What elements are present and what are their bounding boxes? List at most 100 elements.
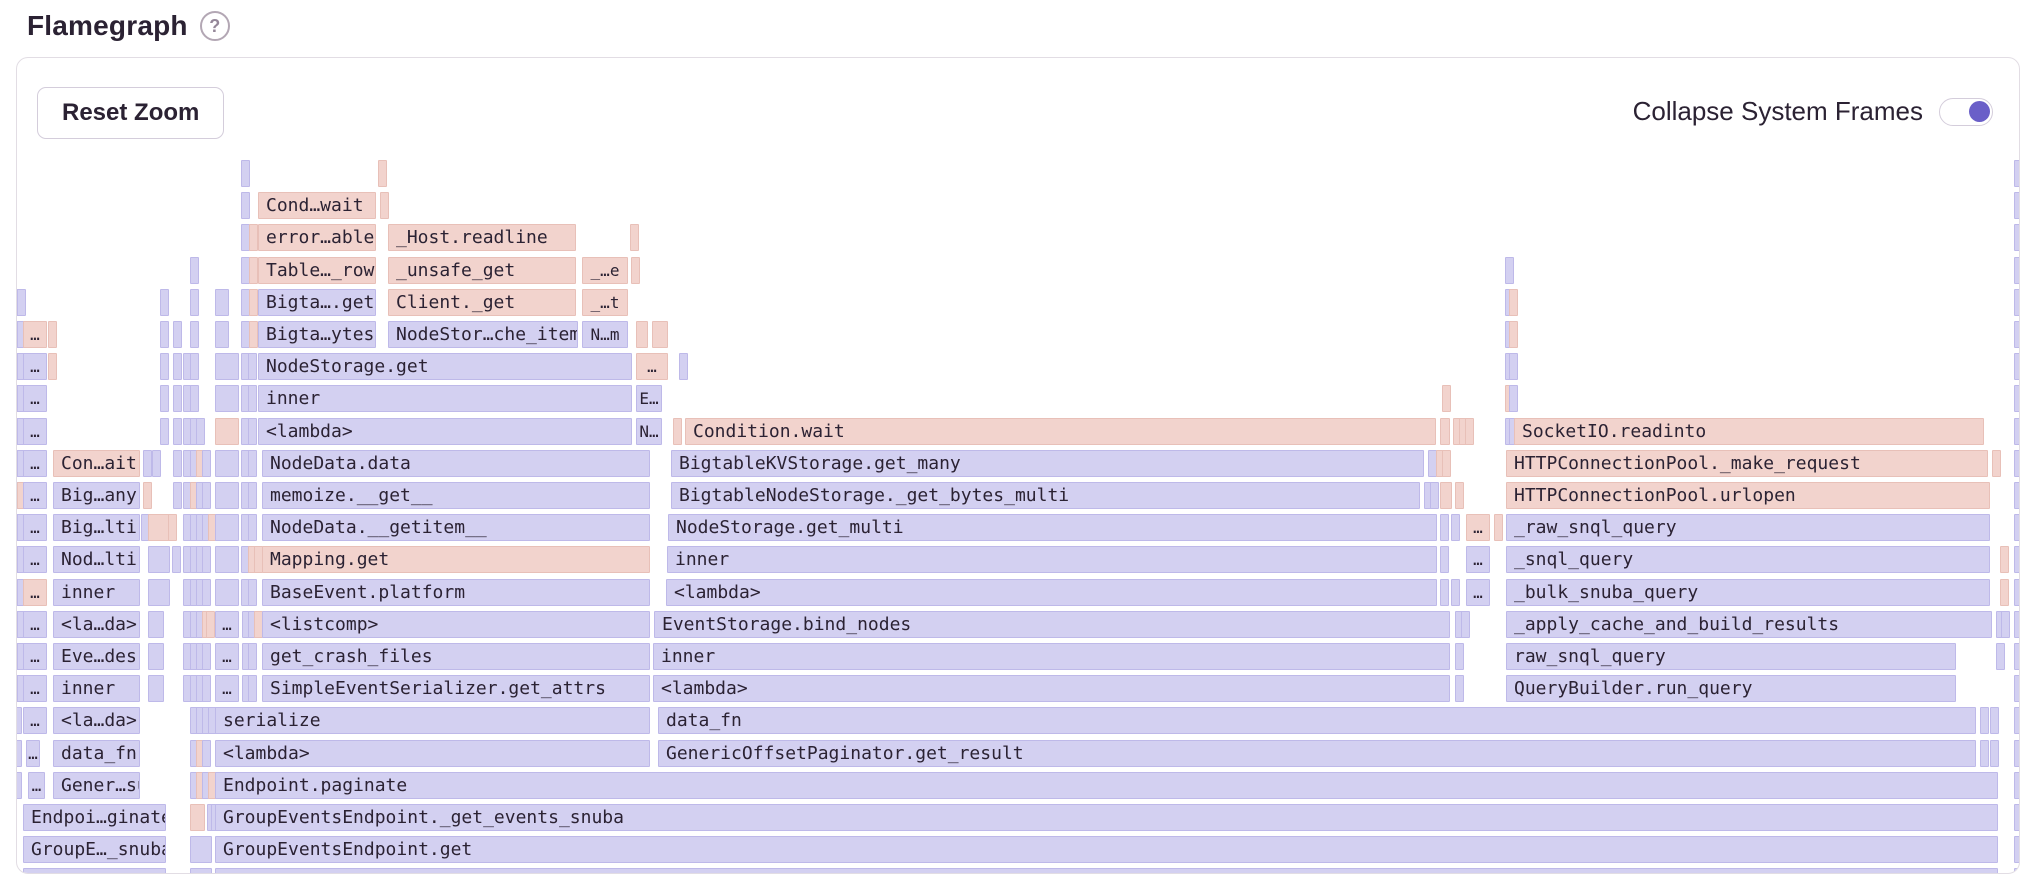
- flame-frame[interactable]: Eve…des: [53, 643, 140, 670]
- flame-frame[interactable]: N…: [636, 418, 662, 445]
- flame-frame[interactable]: [16, 707, 22, 734]
- flame-frame[interactable]: [241, 192, 250, 219]
- flame-frame[interactable]: error…able: [258, 224, 376, 251]
- flame-frame[interactable]: [148, 579, 170, 606]
- flame-frame[interactable]: [1440, 482, 1452, 509]
- flame-frame[interactable]: Client._get: [388, 289, 576, 316]
- flame-frame[interactable]: [1990, 707, 1999, 734]
- flame-frame[interactable]: data_fn: [53, 740, 140, 767]
- flame-frame[interactable]: [168, 514, 177, 541]
- flame-frame[interactable]: [1990, 740, 1999, 767]
- flame-frame[interactable]: [2014, 482, 2020, 509]
- flame-frame[interactable]: [1430, 482, 1439, 509]
- flame-frame[interactable]: [152, 450, 161, 477]
- flame-frame[interactable]: [248, 353, 257, 380]
- flame-frame[interactable]: N…m: [582, 321, 628, 348]
- flame-frame[interactable]: Cond…wait: [258, 192, 376, 219]
- flame-frame[interactable]: [160, 418, 169, 445]
- flame-frame[interactable]: [1509, 321, 1518, 348]
- flame-frame[interactable]: [160, 353, 169, 380]
- flame-frame[interactable]: Big…lti: [53, 514, 140, 541]
- flame-frame[interactable]: [652, 321, 668, 348]
- flame-frame[interactable]: …: [215, 675, 239, 702]
- flame-frame[interactable]: [1451, 579, 1460, 606]
- flame-frame[interactable]: [1465, 418, 1474, 445]
- flame-frame[interactable]: QueryBuilder.run_query: [1506, 675, 1956, 702]
- flame-frame[interactable]: [196, 418, 205, 445]
- flame-frame[interactable]: NodeStorage.get_multi: [668, 514, 1437, 541]
- flame-frame[interactable]: [2014, 836, 2020, 863]
- flame-frame[interactable]: …: [215, 643, 239, 670]
- flame-frame[interactable]: _bulk_snuba_query: [1506, 579, 1990, 606]
- flame-frame[interactable]: NodeData.__getitem__: [262, 514, 650, 541]
- flame-frame[interactable]: [202, 482, 211, 509]
- flame-frame[interactable]: [248, 675, 257, 702]
- flame-frame[interactable]: [2014, 224, 2020, 251]
- flame-frame[interactable]: [202, 450, 211, 477]
- flame-frame[interactable]: [215, 353, 239, 380]
- flame-frame[interactable]: <la…da>: [53, 707, 140, 734]
- flame-frame[interactable]: BaseEvent.platform: [262, 579, 650, 606]
- flame-frame[interactable]: [248, 450, 257, 477]
- flame-frame[interactable]: Table…_row: [258, 257, 376, 284]
- flame-frame[interactable]: [206, 611, 215, 638]
- flame-frame[interactable]: [16, 772, 22, 799]
- flame-frame[interactable]: <lambda>: [215, 740, 650, 767]
- flame-frame[interactable]: GroupE…_snuba: [23, 836, 166, 863]
- flame-frame[interactable]: Bigta….get: [258, 289, 376, 316]
- flame-frame[interactable]: [630, 224, 639, 251]
- flame-frame[interactable]: [190, 868, 212, 874]
- flame-frame[interactable]: …: [23, 482, 47, 509]
- flame-frame[interactable]: [190, 257, 199, 284]
- flame-frame[interactable]: _snql_query: [1506, 546, 1990, 573]
- flame-frame[interactable]: [2000, 579, 2009, 606]
- flame-frame[interactable]: …: [636, 353, 668, 380]
- flame-frame[interactable]: data_fn: [658, 707, 1976, 734]
- flame-frame[interactable]: [148, 675, 164, 702]
- flame-frame[interactable]: [248, 643, 257, 670]
- flame-frame[interactable]: …: [23, 611, 47, 638]
- flame-frame[interactable]: Con…ait: [53, 450, 140, 477]
- flame-frame[interactable]: [249, 321, 258, 348]
- flame-frame[interactable]: [1440, 546, 1449, 573]
- flame-frame[interactable]: SocketIO.readinto: [1514, 418, 1984, 445]
- flame-frame[interactable]: [172, 546, 181, 573]
- flame-frame[interactable]: [1509, 289, 1518, 316]
- flame-frame[interactable]: [2014, 675, 2020, 702]
- flame-frame[interactable]: [248, 514, 257, 541]
- flame-frame[interactable]: …: [23, 450, 47, 477]
- flame-frame[interactable]: [1509, 353, 1518, 380]
- flame-frame[interactable]: SimpleEventSerializer.get_attrs: [262, 675, 650, 702]
- flame-frame[interactable]: …: [1466, 546, 1490, 573]
- flame-frame[interactable]: [1992, 450, 2001, 477]
- flame-frame[interactable]: inner: [258, 385, 632, 412]
- flame-frame[interactable]: …: [23, 418, 47, 445]
- flame-frame[interactable]: [215, 385, 239, 412]
- flame-frame[interactable]: …: [23, 707, 47, 734]
- flame-frame[interactable]: [190, 353, 199, 380]
- flame-frame[interactable]: Endpoint.paginate: [215, 772, 1998, 799]
- flame-frame[interactable]: [16, 740, 22, 767]
- flame-frame[interactable]: BigtableKVStorage.get_many: [671, 450, 1424, 477]
- flame-frame[interactable]: GenericOffsetPaginator.get_result: [658, 740, 1976, 767]
- flame-frame[interactable]: _…e: [582, 257, 628, 284]
- flame-frame[interactable]: …: [26, 740, 40, 767]
- flame-frame[interactable]: [173, 482, 182, 509]
- flame-frame[interactable]: [215, 546, 239, 573]
- flame-frame[interactable]: [202, 675, 211, 702]
- flame-frame[interactable]: …: [23, 675, 47, 702]
- flame-frame[interactable]: get_crash_files: [262, 643, 650, 670]
- flamegraph-canvas[interactable]: Cond…waiterror…able_Host.readlineTable…_…: [17, 58, 2019, 873]
- flame-frame[interactable]: [160, 385, 169, 412]
- flame-frame[interactable]: [2014, 804, 2020, 831]
- flame-frame[interactable]: [2014, 160, 2020, 187]
- flame-frame[interactable]: [48, 353, 57, 380]
- flame-frame[interactable]: Bigta…ytes: [258, 321, 376, 348]
- flame-frame[interactable]: <lambda>: [653, 675, 1450, 702]
- flame-frame[interactable]: GroupEventsEndpoint._get_events_snuba: [215, 804, 1998, 831]
- flame-frame[interactable]: inner: [53, 675, 140, 702]
- flame-frame[interactable]: [2014, 353, 2020, 380]
- flame-frame[interactable]: [2014, 450, 2020, 477]
- flame-frame[interactable]: [202, 579, 211, 606]
- flame-frame[interactable]: [215, 321, 229, 348]
